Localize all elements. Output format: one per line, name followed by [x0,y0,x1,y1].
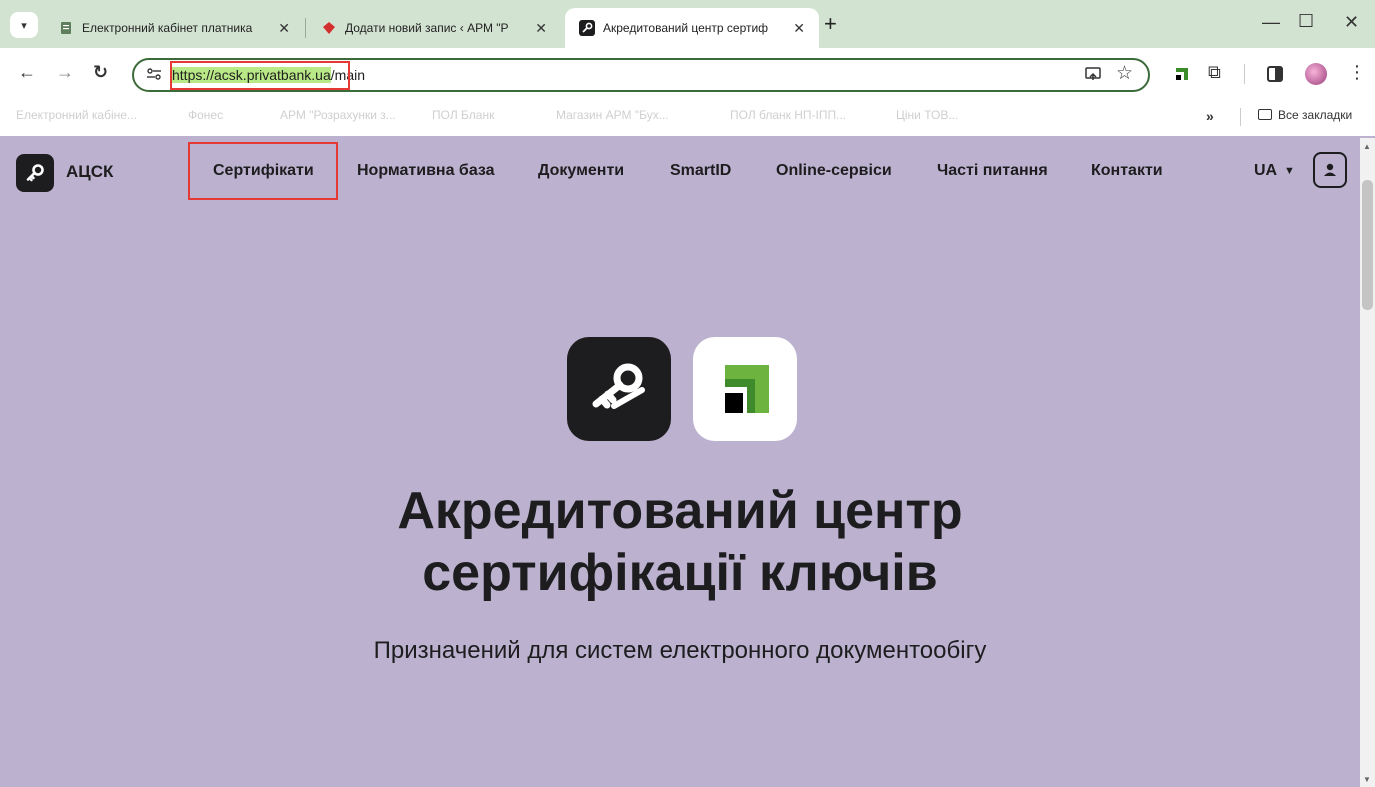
bookmark-item[interactable]: Електронний кабіне... [16,108,137,122]
hero-title-line1: Акредитований центр [397,482,963,540]
site-settings-icon[interactable] [146,67,162,86]
side-panel-icon[interactable] [1267,66,1283,82]
close-icon[interactable]: ✕ [278,20,290,37]
keys-icon [592,363,645,409]
scrollbar-thumb[interactable] [1362,180,1373,310]
bookmark-item[interactable]: ПОЛ бланк НП-ІПП... [730,108,846,122]
hero-title-line2: сертифікації ключів [422,544,938,602]
bookmark-item[interactable]: Ціни ТОВ... [896,108,958,122]
scroll-down-icon[interactable]: ▼ [1363,775,1371,784]
page-content [0,138,1360,787]
tab-search-button[interactable]: ▾ [10,12,38,38]
nav-faq[interactable]: Часті питання [937,162,1048,180]
toolbar-divider [1244,64,1245,84]
privatbank-logo [693,337,797,441]
user-account-button[interactable] [1313,152,1347,188]
bookmarks-divider [1240,108,1241,126]
tab-add-record[interactable]: Додати новий запис ‹ АРМ "Р ✕ [307,8,561,48]
tab-title: Акредитований центр сертиф [603,21,769,35]
document-icon [58,20,74,36]
language-selector[interactable]: UA [1254,162,1277,180]
close-icon[interactable]: ✕ [793,20,805,37]
nav-contacts[interactable]: Контакти [1091,162,1163,180]
bookmark-item[interactable]: Магазин АРМ "Бух... [556,108,669,122]
extensions-icon[interactable]: ⧉ [1208,62,1221,83]
nav-documents[interactable]: Документи [538,162,624,180]
nav-regulatory-base[interactable]: Нормативна база [357,162,495,180]
scroll-up-icon[interactable]: ▲ [1363,142,1371,151]
bookmark-item[interactable]: ПОЛ Бланк [432,108,494,122]
tab-separator [305,18,306,38]
gem-icon [321,20,337,36]
back-icon[interactable]: ← [18,62,36,83]
close-window-button[interactable]: ✕ [1344,12,1359,33]
privat-extension-icon[interactable] [1173,65,1191,88]
nav-online-services[interactable]: Online-сервіси [776,162,892,180]
tab-title: Додати новий запис ‹ АРМ "Р [345,21,509,35]
chevron-down-icon: ▾ [21,19,27,32]
key-icon [26,164,44,182]
user-icon [1324,163,1336,176]
acsk-logo [567,337,671,441]
site-name[interactable]: АЦСК [66,162,113,182]
tab-tax-cabinet[interactable]: Електронний кабінет платника ✕ [44,8,304,48]
maximize-button[interactable]: ☐ [1298,11,1314,32]
all-bookmarks-label: Все закладки [1278,108,1353,122]
tab-acsk[interactable]: Акредитований центр сертиф ✕ [565,8,819,48]
site-logo[interactable] [16,154,54,192]
hero-subtitle: Призначений для систем електронного доку… [373,637,987,664]
bookmarks-overflow-button[interactable]: » [1206,108,1214,124]
hero-title: Акредитований центр сертифікації ключів [0,480,1360,604]
close-icon[interactable]: ✕ [535,20,547,37]
bookmark-star-icon[interactable]: ☆ [1116,62,1133,85]
url-highlight-box [170,61,350,90]
bookmark-item[interactable]: АРМ "Розрахунки з... [280,108,396,122]
minimize-button[interactable]: — [1262,12,1280,33]
nav-highlight-box [188,142,338,200]
bookmark-item[interactable]: Фонес [188,108,223,122]
profile-avatar[interactable] [1305,63,1327,85]
reload-icon[interactable]: ↻ [93,62,108,83]
folder-icon [1258,109,1272,120]
all-bookmarks-button[interactable]: Все закладки [1258,108,1352,122]
caret-down-icon[interactable]: ▼ [1284,165,1295,177]
tab-title: Електронний кабінет платника [82,21,253,35]
more-menu-icon[interactable]: ⋮ [1348,62,1366,83]
privatbank-icon [725,365,769,413]
new-tab-button[interactable]: + [824,13,837,35]
key-logo-icon [579,20,595,36]
nav-smartid[interactable]: SmartID [670,162,731,180]
cast-icon[interactable] [1084,65,1102,88]
forward-icon[interactable]: → [56,62,74,83]
